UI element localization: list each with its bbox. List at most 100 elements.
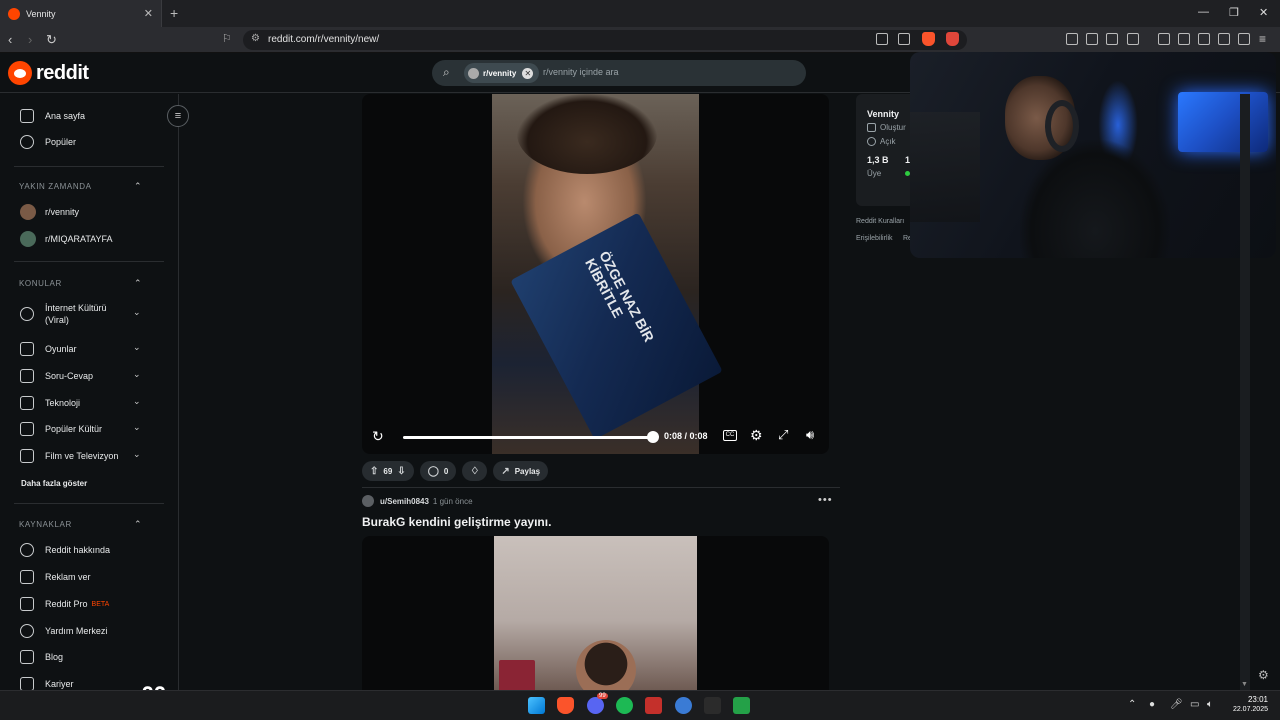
sidebar-item-topic-film[interactable]: Film ve Televizyon ⌄: [20, 446, 141, 466]
upvote-icon[interactable]: ⇧: [370, 466, 378, 477]
extension-2-icon[interactable]: [1086, 33, 1098, 45]
chevron-up-icon[interactable]: ⌃: [134, 181, 142, 192]
video-progress-bar[interactable]: [403, 436, 653, 439]
sidebar-item-help[interactable]: Yardım Merkezi: [20, 621, 107, 641]
accessibility-link[interactable]: Erişilebilirlik: [856, 235, 893, 242]
more-options-icon[interactable]: •••: [818, 494, 833, 506]
sidebar-item-careers[interactable]: Kariyer: [20, 674, 74, 690]
sidebar-item-about-reddit[interactable]: Reddit hakkında: [20, 540, 110, 560]
volume-icon[interactable]: 🔊︎: [806, 427, 814, 443]
sidebar-item-popular[interactable]: Popüler: [20, 132, 76, 152]
speaker-icon[interactable]: 🔈︎: [1207, 699, 1213, 710]
system-clock[interactable]: 23:01 22.07.2025: [1228, 695, 1268, 713]
obs-app-icon[interactable]: [645, 697, 662, 714]
chevron-down-icon[interactable]: ⌄: [133, 396, 141, 407]
share-page-icon[interactable]: [898, 33, 910, 45]
recent-heading[interactable]: YAKIN ZAMANDA ⌃: [19, 181, 142, 191]
replay-icon[interactable]: ↻: [372, 428, 384, 445]
minimize-icon[interactable]: —: [1198, 6, 1209, 18]
epic-games-icon[interactable]: [704, 697, 721, 714]
forward-icon[interactable]: ›: [28, 32, 32, 47]
sidebar-item-topic-popculture[interactable]: Popüler Kültür ⌄: [20, 419, 141, 439]
post-title[interactable]: BurakG kendini geliştirme yayını.: [362, 515, 551, 529]
settings-gear-icon[interactable]: ⚙: [1258, 668, 1269, 682]
avatar[interactable]: [362, 495, 374, 507]
topics-heading[interactable]: KONULAR ⌃: [19, 278, 142, 288]
collapse-sidebar-button[interactable]: ≡: [167, 105, 189, 127]
resources-heading[interactable]: KAYNAKLAR ⌃: [19, 519, 142, 529]
reload-icon[interactable]: ↻: [46, 32, 57, 48]
brave-shields-icon[interactable]: [922, 32, 935, 46]
spotify-app-icon[interactable]: [616, 697, 633, 714]
sidebar-item-label: Yardım Merkezi: [45, 626, 108, 636]
browser-tab[interactable]: Vennity ✕: [0, 0, 162, 27]
video-player[interactable]: ÖZGE NAZ BİR KİBRİTLE ↻ 0:08 / 0:08 CC ⚙…: [362, 94, 829, 454]
sidebar-item-topic-games[interactable]: Oyunlar ⌄: [20, 339, 141, 359]
browser-menu-icon[interactable]: ≡: [1259, 32, 1266, 46]
cast-icon[interactable]: [876, 33, 888, 45]
network-icon[interactable]: ▭: [1190, 699, 1199, 710]
video-player-2[interactable]: [362, 536, 829, 690]
search-community-chip[interactable]: r/vennity ✕: [464, 63, 540, 83]
sidebar-item-topic-qa[interactable]: Soru-Cevap ⌄: [20, 366, 141, 386]
tray-app-icon[interactable]: ●: [1149, 699, 1155, 710]
chevron-down-icon[interactable]: ⌄: [133, 307, 141, 318]
fullscreen-icon[interactable]: ⤢: [778, 427, 788, 443]
show-more-link[interactable]: Daha fazla göster: [21, 479, 87, 488]
post-author[interactable]: u/Semih0843: [380, 497, 429, 506]
reddit-logo[interactable]: reddit: [8, 61, 89, 85]
close-window-icon[interactable]: ✕: [1259, 6, 1268, 19]
chevron-up-icon[interactable]: ⌃: [134, 278, 142, 289]
media-icon[interactable]: [1158, 33, 1170, 45]
app-icon[interactable]: [675, 697, 692, 714]
settings-gear-icon[interactable]: ⚙: [750, 427, 763, 444]
site-info-icon[interactable]: ⚙: [251, 33, 260, 44]
sidebar-item-blog[interactable]: Blog: [20, 647, 63, 667]
chevron-down-icon[interactable]: ⌄: [133, 422, 141, 433]
scroll-down-icon[interactable]: ▼: [1241, 681, 1248, 688]
tray-chevron-icon[interactable]: ⌃: [1128, 699, 1136, 710]
award-button[interactable]: ♢: [462, 461, 488, 481]
reddit-rules-link[interactable]: Reddit Kuralları: [856, 218, 904, 225]
remove-chip-icon[interactable]: ✕: [522, 67, 534, 79]
sidebar-item-reddit-pro[interactable]: Reddit Pro BETA: [20, 594, 109, 614]
close-tab-icon[interactable]: ✕: [144, 7, 153, 20]
bookmark-icon[interactable]: ⚐: [222, 32, 232, 45]
search-input[interactable]: r/vennity içinde ara: [543, 67, 619, 77]
sidebar-item-advertise[interactable]: Reklam ver: [20, 567, 91, 587]
microphone-icon[interactable]: 🎤︎: [1170, 699, 1183, 710]
sidebar-item-recent-miqaratayfa[interactable]: r/MIQARATAYFA: [20, 229, 113, 249]
vpn-icon[interactable]: [1238, 33, 1250, 45]
sidebar-item-home[interactable]: Ana sayfa: [20, 106, 85, 126]
stats-app-icon[interactable]: [733, 697, 750, 714]
page-scrollbar[interactable]: ▼: [1240, 94, 1250, 690]
address-bar[interactable]: ⚙ reddit.com/r/vennity/new/: [243, 30, 967, 50]
leo-ai-icon[interactable]: [1218, 33, 1230, 45]
comments-button[interactable]: ◯ 0: [419, 461, 457, 481]
wallet-icon[interactable]: [1198, 33, 1210, 45]
maximize-icon[interactable]: ❐: [1229, 6, 1239, 19]
discord-app-icon[interactable]: [587, 697, 604, 714]
chevron-down-icon[interactable]: ⌄: [133, 449, 141, 460]
brave-rewards-icon[interactable]: [946, 32, 959, 46]
screenshot-icon[interactable]: [1127, 33, 1139, 45]
progress-handle[interactable]: [647, 431, 659, 443]
chevron-down-icon[interactable]: ⌄: [133, 369, 141, 380]
chevron-down-icon[interactable]: ⌄: [133, 342, 141, 353]
brave-app-icon[interactable]: [557, 697, 574, 714]
start-icon[interactable]: [528, 697, 545, 714]
vote-button[interactable]: ⇧ 69 ⇩: [362, 461, 414, 481]
sidebar-toggle-icon[interactable]: [1178, 33, 1190, 45]
back-icon[interactable]: ‹: [8, 32, 12, 47]
sidebar-item-recent-vennity[interactable]: r/vennity: [20, 202, 79, 222]
share-button[interactable]: ↗ Paylaş: [493, 461, 549, 481]
new-tab-icon[interactable]: +: [170, 5, 178, 21]
search-bar[interactable]: ⌕ r/vennity ✕ r/vennity içinde ara: [432, 60, 806, 86]
downvote-icon[interactable]: ⇩: [397, 466, 405, 477]
extension-1-icon[interactable]: [1066, 33, 1078, 45]
chevron-up-icon[interactable]: ⌃: [134, 519, 142, 530]
extensions-icon[interactable]: [1106, 33, 1118, 45]
sidebar-item-topic-tech[interactable]: Teknoloji ⌄: [20, 393, 141, 413]
captions-icon[interactable]: CC: [723, 430, 737, 441]
sidebar-item-topic-internet[interactable]: İnternet Kültürü (Viral) ⌄: [20, 300, 141, 328]
